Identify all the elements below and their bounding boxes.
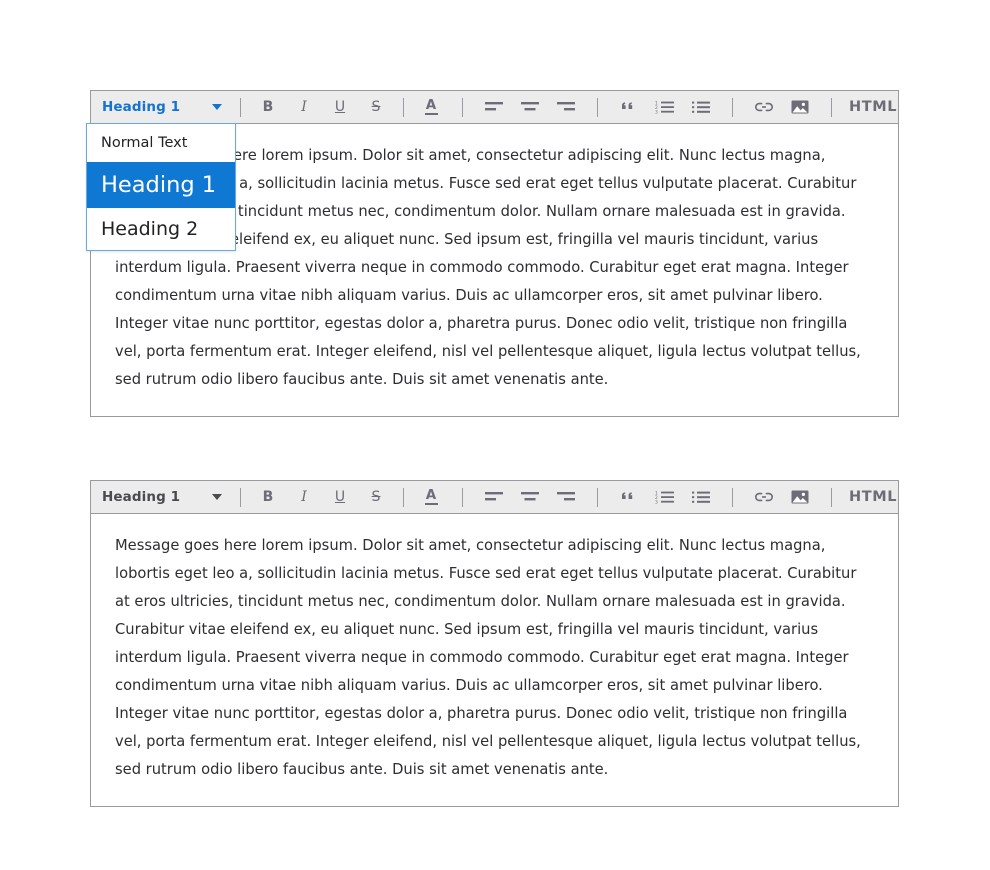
style-option-heading-1[interactable]: Heading 1 [87,162,235,208]
html-source-button[interactable]: HTML [849,99,897,115]
editor-toolbar-top: Heading 1 B I U S A 1 2 3 HTML Normal Te… [86,91,898,251]
align-center-button[interactable] [517,94,543,120]
underline-button[interactable]: U [327,94,353,120]
insert-link-button[interactable] [751,94,777,120]
style-select-value: Heading 1 [102,489,181,505]
strikethrough-button[interactable]: S [363,484,389,510]
font-color-icon: A [424,96,438,116]
font-color-bar [424,503,438,506]
toolbar-divider [403,97,404,117]
toolbar-divider [831,487,832,507]
image-icon [791,100,809,114]
style-option-label: Heading 2 [101,218,199,240]
blockquote-button[interactable] [616,94,642,120]
font-color-button[interactable]: A [418,484,444,510]
bold-button[interactable]: B [255,484,281,510]
insert-image-button[interactable] [787,484,813,510]
ordered-list-icon: 1 2 3 [655,490,674,504]
link-icon [755,492,773,502]
align-left-icon [485,492,503,501]
unordered-list-button[interactable] [688,94,714,120]
page-canvas: Heading 1 B I U S A 1 2 3 HTML Normal Te… [0,0,990,870]
quote-icon [622,492,633,499]
ordered-list-button[interactable]: 1 2 3 [652,484,678,510]
font-color-button[interactable]: A [418,94,444,120]
bold-icon: B [262,99,274,115]
align-center-icon [521,492,539,501]
align-right-icon [557,492,575,501]
align-right-button[interactable] [553,484,579,510]
italic-button[interactable]: I [291,484,317,510]
style-option-heading-2[interactable]: Heading 2 [87,208,235,250]
unordered-list-icon [691,491,710,503]
bold-icon: B [262,489,274,505]
style-option-label: Heading 1 [101,172,217,198]
italic-icon: I [301,489,307,505]
align-right-icon [557,102,575,111]
insert-link-button[interactable] [751,484,777,510]
style-select-value: Heading 1 [102,99,181,115]
font-color-letter: A [425,96,437,113]
ordered-list-button[interactable]: 1 2 3 [652,94,678,120]
align-center-button[interactable] [517,484,543,510]
toolbar-divider [597,97,598,117]
toolbar-divider [240,487,241,507]
underline-icon: U [334,489,346,505]
toolbar-divider [597,487,598,507]
toolbar-divider [831,97,832,117]
link-icon [755,102,773,112]
quote-icon [622,102,633,109]
html-source-button[interactable]: HTML [849,489,897,505]
toolbar-divider [732,97,733,117]
svg-text:3: 3 [655,500,658,504]
insert-image-button[interactable] [787,94,813,120]
align-right-button[interactable] [553,94,579,120]
strikethrough-button[interactable]: S [363,94,389,120]
style-select-bottom[interactable]: Heading 1 [91,482,231,513]
style-option-label: Normal Text [101,135,188,151]
italic-icon: I [301,99,307,115]
bold-button[interactable]: B [255,94,281,120]
editor-content-area-bottom[interactable]: Message goes here lorem ipsum. Dolor sit… [91,514,898,806]
underline-button[interactable]: U [327,484,353,510]
svg-text:3: 3 [655,110,658,114]
align-left-button[interactable] [481,484,507,510]
style-option-normal-text[interactable]: Normal Text [87,124,235,162]
editor-toolbar-bottom: Heading 1 B I U S A 1 2 3 HTML [91,481,898,514]
unordered-list-icon [691,101,710,113]
align-center-icon [521,102,539,111]
rich-text-editor-bottom: Heading 1 B I U S A 1 2 3 HTML Message g… [90,480,899,807]
font-color-bar [424,113,438,116]
font-color-icon: A [424,486,438,506]
italic-button[interactable]: I [291,94,317,120]
editor-paragraph: Message goes here lorem ipsum. Dolor sit… [115,537,861,778]
toolbar-divider [240,97,241,117]
ordered-list-icon: 1 2 3 [655,100,674,114]
image-icon [791,490,809,504]
chevron-down-icon [212,104,222,110]
toolbar-divider [462,97,463,117]
strikethrough-icon: S [371,489,381,505]
toolbar-divider [462,487,463,507]
unordered-list-button[interactable] [688,484,714,510]
style-dropdown-menu: Normal Text Heading 1 Heading 2 [86,123,236,251]
blockquote-button[interactable] [616,484,642,510]
toolbar-divider [732,487,733,507]
strikethrough-icon: S [371,99,381,115]
align-left-button[interactable] [481,94,507,120]
chevron-down-icon [212,494,222,500]
toolbar-divider [403,487,404,507]
style-select-top[interactable]: Heading 1 [91,92,231,123]
underline-icon: U [334,99,346,115]
font-color-letter: A [425,486,437,503]
rich-text-editor-top: Heading 1 B I U S A 1 2 3 HTML Normal Te… [86,90,899,417]
align-left-icon [485,102,503,111]
